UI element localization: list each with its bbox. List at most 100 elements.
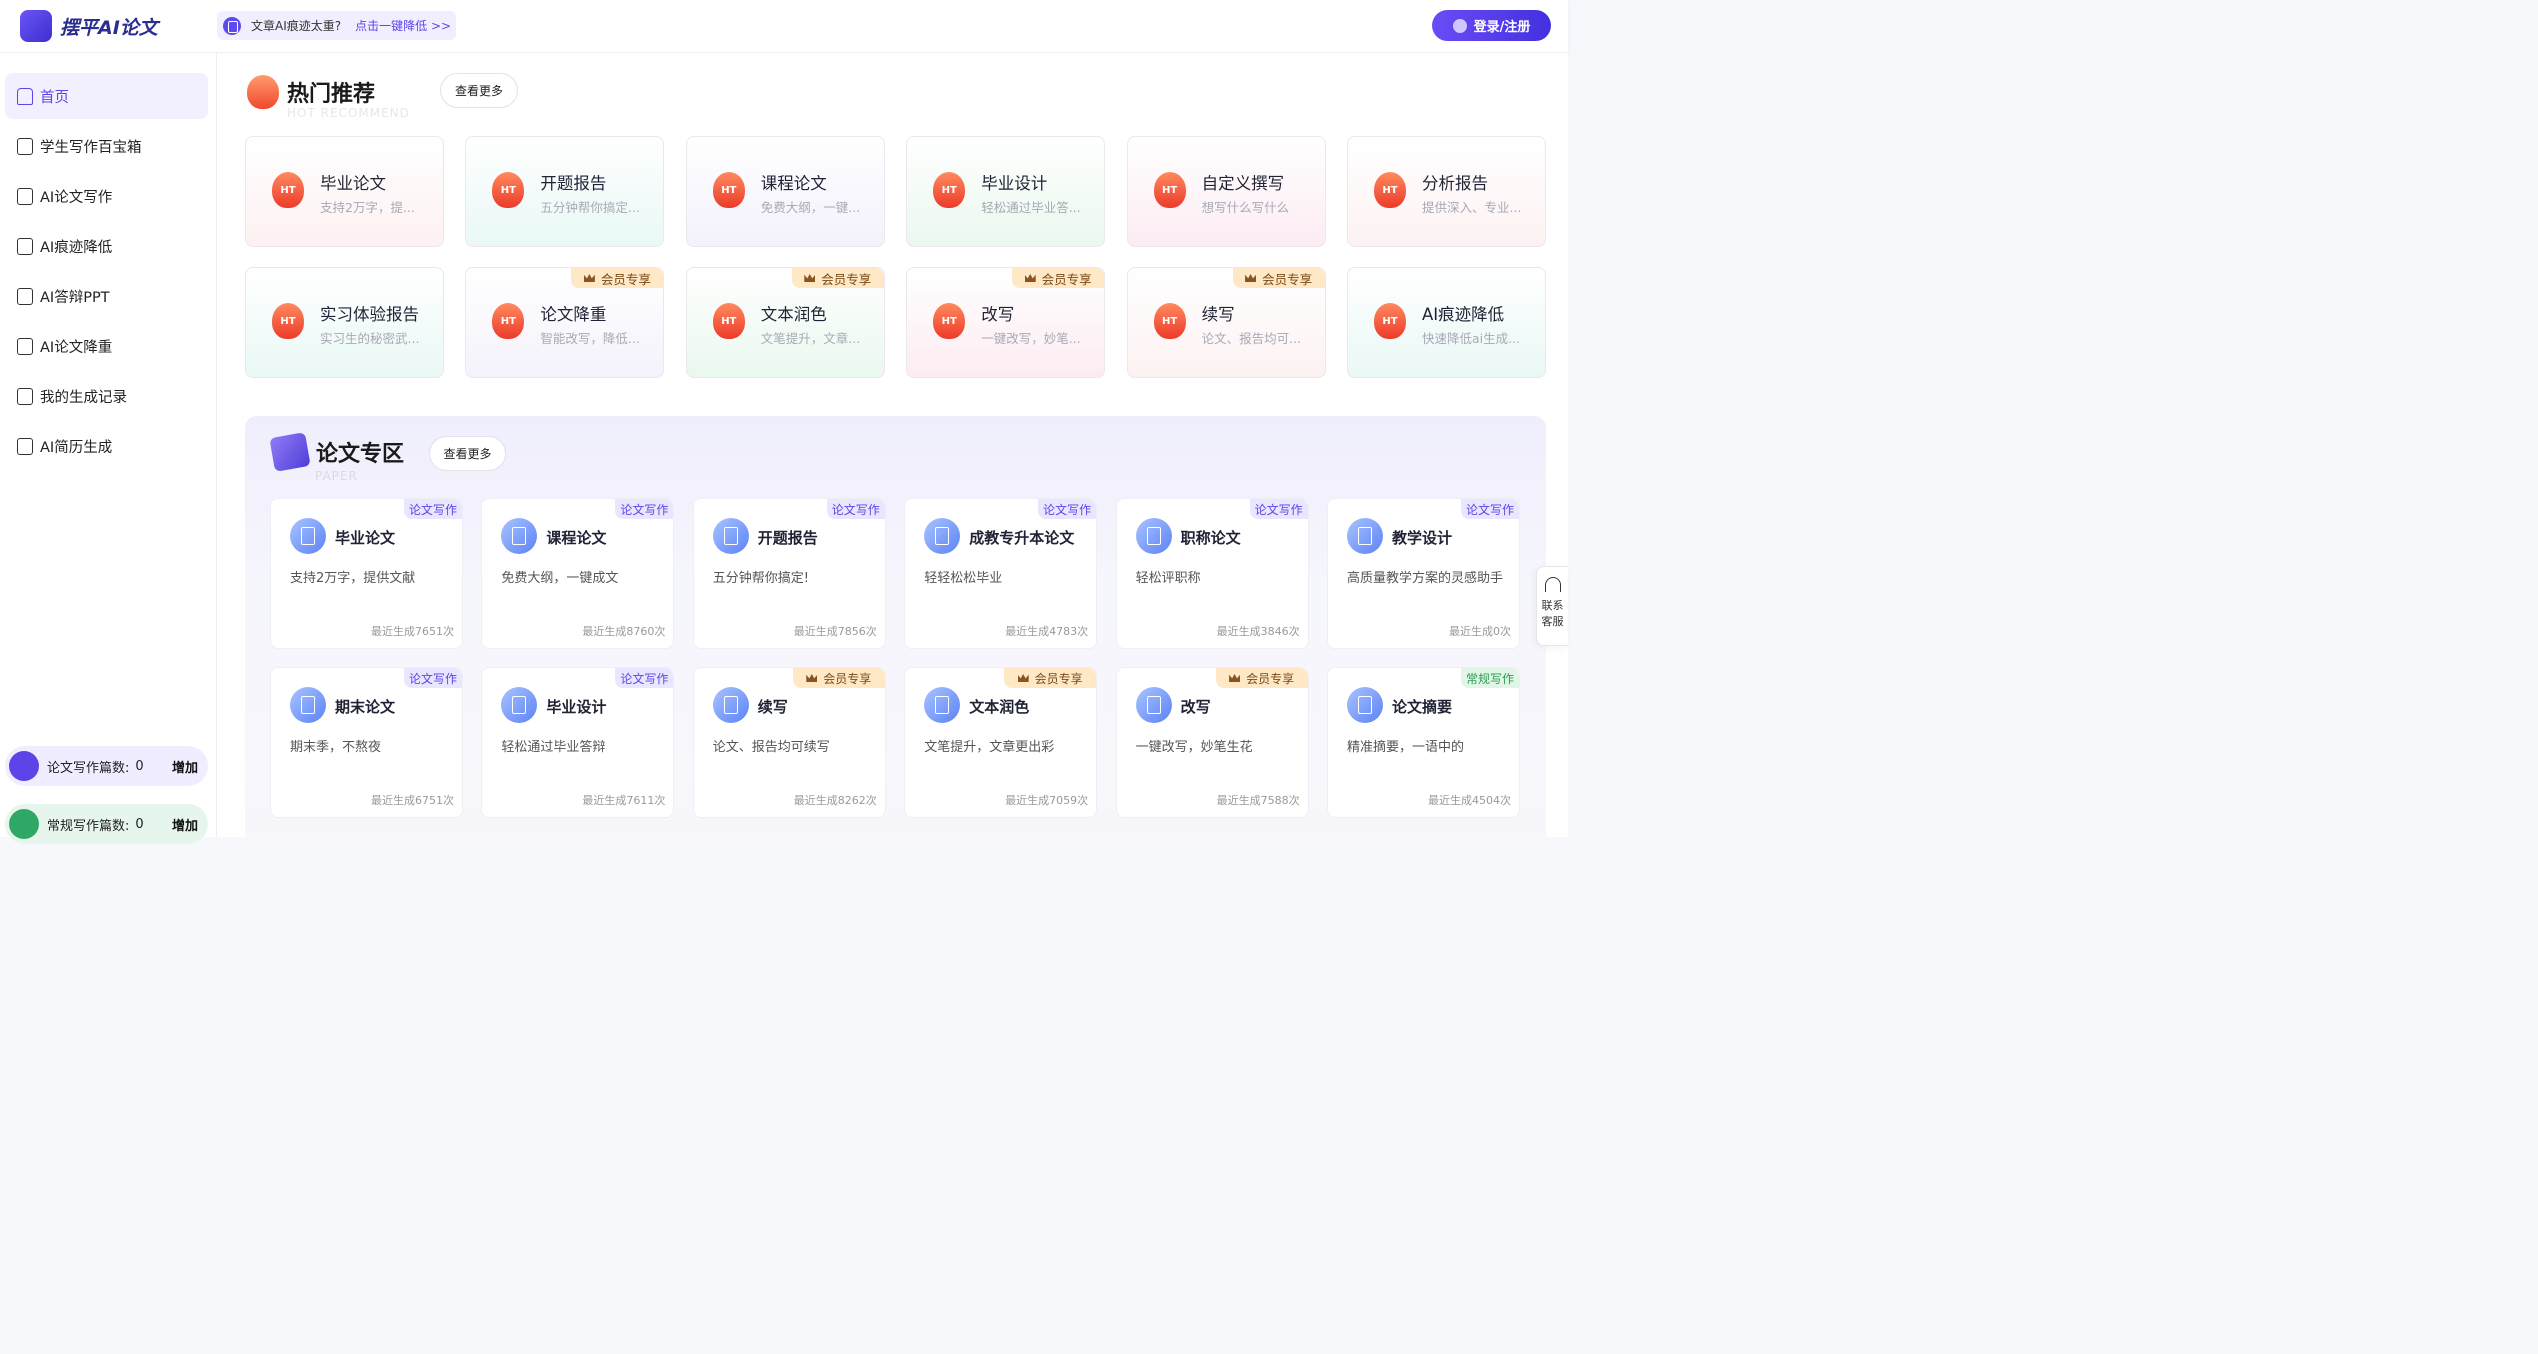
paper-card[interactable]: 论文写作 毕业论文 支持2万字，提供文献 最近生成7651次 bbox=[270, 498, 463, 649]
paper-card-title: 续写 bbox=[757, 698, 788, 716]
paper-card-title: 期末论文 bbox=[335, 698, 396, 716]
paper-card-count: 最近生成4783次 bbox=[1005, 625, 1089, 638]
hot-card[interactable]: HT 自定义撰写 想写什么写什么 bbox=[1126, 136, 1326, 247]
hot-card[interactable]: HT 文本润色 文笔提升，文章... 会员专享 bbox=[685, 267, 885, 378]
paper-card-desc: 轻轻松松毕业 bbox=[924, 571, 1003, 586]
paper-card-count: 最近生成4504次 bbox=[1428, 794, 1511, 807]
headset-icon bbox=[1544, 577, 1561, 592]
document-icon bbox=[712, 687, 749, 723]
quota-add-button[interactable]: 增加 bbox=[172, 757, 198, 776]
paper-card-count: 最近生成7059次 bbox=[1005, 794, 1089, 807]
sidebar-item-3[interactable]: AI痕迹降低 bbox=[5, 223, 208, 269]
hot-card[interactable]: HT 实习体验报告 实习生的秘密武... bbox=[245, 267, 444, 378]
notice-link[interactable]: 点击一键降低 >> bbox=[355, 17, 451, 34]
paper-card[interactable]: 论文写作 期末论文 期末季，不熬夜 最近生成6751次 bbox=[270, 667, 463, 818]
sidebar-item-5[interactable]: AI论文降重 bbox=[5, 323, 208, 369]
hot-card-desc: 想写什么写什么 bbox=[1201, 200, 1290, 215]
paper-card-desc: 文笔提升，文章更出彩 bbox=[924, 740, 1055, 755]
sidebar-item-0[interactable]: 首页 bbox=[5, 73, 208, 119]
hot-card[interactable]: HT 论文降重 智能改写，降低... 会员专享 bbox=[465, 267, 665, 378]
app-logo[interactable]: 摆平AI论文 bbox=[20, 10, 158, 42]
sidebar-item-label: 我的生成记录 bbox=[40, 389, 127, 406]
paper-more-button[interactable]: 查看更多 bbox=[429, 436, 506, 471]
category-tag: 论文写作 bbox=[404, 499, 462, 519]
crown-icon bbox=[804, 274, 816, 282]
hot-card[interactable]: HT 改写 一键改写，妙笔... 会员专享 bbox=[906, 267, 1106, 378]
quota-count: 0 bbox=[135, 758, 144, 774]
category-tag: 论文写作 bbox=[1461, 499, 1519, 519]
paper-card-desc: 精准摘要，一语中的 bbox=[1347, 740, 1465, 755]
paper-card[interactable]: 常规写作 论文摘要 精准摘要，一语中的 最近生成4504次 bbox=[1327, 667, 1520, 818]
paper-card-desc: 高质量教学方案的灵感助手 bbox=[1347, 571, 1504, 586]
document-icon bbox=[1135, 518, 1172, 554]
paper-card[interactable]: 会员专享 续写 论文、报告均可续写 最近生成8262次 bbox=[692, 667, 886, 818]
paper-card[interactable]: 论文写作 毕业设计 轻松通过毕业答辩 最近生成7611次 bbox=[481, 667, 675, 818]
vip-label: 会员专享 bbox=[821, 271, 872, 287]
ht-icon-text: HT bbox=[1161, 316, 1178, 327]
hot-card-desc: 免费大纲，一键... bbox=[760, 200, 861, 215]
ht-flame-icon: HT bbox=[933, 172, 966, 208]
document-icon bbox=[712, 518, 749, 554]
crown-icon bbox=[1017, 674, 1029, 682]
hot-flame-icon bbox=[247, 75, 279, 109]
ht-flame-icon: HT bbox=[272, 172, 304, 208]
tag-label: 会员专享 bbox=[1034, 671, 1083, 686]
ht-icon-text: HT bbox=[1382, 316, 1398, 327]
hot-card-desc: 快速降低ai生成... bbox=[1422, 331, 1521, 346]
sidebar-item-2[interactable]: AI论文写作 bbox=[5, 173, 208, 219]
paper-card-title: 毕业论文 bbox=[335, 529, 396, 547]
paper-quota: 论文写作篇数: 0 增加 bbox=[5, 746, 208, 786]
hot-card-title: 文本润色 bbox=[760, 305, 827, 324]
paper-card[interactable]: 论文写作 教学设计高质量教学方案的灵感助手最近生成0次 bbox=[1327, 498, 1520, 649]
hot-card[interactable]: HT 毕业设计 轻松通过毕业答... bbox=[906, 136, 1106, 247]
ht-flame-icon: HT bbox=[1374, 172, 1406, 208]
sidebar-item-6[interactable]: 我的生成记录 bbox=[5, 373, 208, 419]
book-icon bbox=[269, 432, 311, 472]
paper-card[interactable]: 论文写作 职称论文 轻松评职称 最近生成3846次 bbox=[1115, 498, 1309, 649]
login-register-button[interactable]: 登录/注册 bbox=[1432, 10, 1551, 41]
customer-service-button[interactable]: 联系 客服 bbox=[1536, 566, 1568, 646]
sidebar-item-1[interactable]: 学生写作百宝箱 bbox=[5, 123, 208, 169]
ai-trace-notice[interactable]: 文章AI痕迹太重? 点击一键降低 >> bbox=[217, 11, 456, 40]
hot-card[interactable]: HT 开题报告 五分钟帮你搞定... bbox=[465, 136, 665, 247]
hot-card[interactable]: HT 续写 论文、报告均可... 会员专享 bbox=[1126, 267, 1326, 378]
paper-card[interactable]: 论文写作 成教专升本论文 轻轻松松毕业 最近生成4783次 bbox=[904, 498, 1098, 649]
tag-label: 论文写作 bbox=[1043, 502, 1092, 517]
paper-card-count: 最近生成0次 bbox=[1449, 625, 1511, 638]
vip-label: 会员专享 bbox=[1041, 271, 1092, 287]
sidebar-item-label: AI论文写作 bbox=[40, 189, 113, 206]
paper-card[interactable]: 论文写作 开题报告 五分钟帮你搞定! 最近生成7856次 bbox=[692, 498, 886, 649]
crown-icon bbox=[1024, 274, 1036, 282]
document-icon bbox=[1347, 687, 1383, 723]
paper-card[interactable]: 会员专享 改写 一键改写，妙笔生花 最近生成7588次 bbox=[1115, 667, 1309, 818]
ht-flame-icon: HT bbox=[492, 172, 525, 208]
quota-add-button[interactable]: 增加 bbox=[172, 815, 198, 834]
ht-flame-icon: HT bbox=[712, 172, 745, 208]
hot-card-desc: 一键改写，妙笔... bbox=[981, 331, 1081, 346]
ht-icon-text: HT bbox=[280, 185, 296, 196]
tag-label: 论文写作 bbox=[408, 502, 457, 517]
hot-more-button[interactable]: 查看更多 bbox=[440, 73, 518, 108]
paper-card-desc: 一键改写，妙笔生花 bbox=[1135, 740, 1253, 755]
sidebar-item-4[interactable]: AI答辩PPT bbox=[5, 273, 208, 319]
notice-doc-icon bbox=[223, 16, 241, 35]
hot-card[interactable]: HT AI痕迹降低 快速降低ai生成... bbox=[1347, 267, 1546, 378]
paper-card[interactable]: 会员专享 文本润色 文笔提升，文章更出彩 最近生成7059次 bbox=[904, 667, 1098, 818]
paper-card[interactable]: 论文写作 课程论文 免费大纲，一键成文 最近生成8760次 bbox=[481, 498, 675, 649]
paper-card-title: 教学设计 bbox=[1392, 529, 1453, 547]
ai-doc-icon bbox=[17, 337, 33, 355]
vip-badge: 会员专享 bbox=[791, 268, 884, 288]
graduation-cap-icon bbox=[9, 751, 39, 781]
login-label: 登录/注册 bbox=[1473, 20, 1531, 35]
ai-doc-icon bbox=[17, 237, 33, 255]
vip-label: 会员专享 bbox=[1262, 271, 1313, 287]
regular-quota: 常规写作篇数: 0 增加 bbox=[5, 804, 208, 844]
hot-card[interactable]: HT 分析报告 提供深入、专业... bbox=[1347, 136, 1546, 247]
ht-flame-icon: HT bbox=[1153, 303, 1186, 339]
app-name: 摆平AI论文 bbox=[60, 16, 158, 39]
category-tag: 会员专享 bbox=[1215, 668, 1308, 688]
sidebar-item-7[interactable]: AI简历生成 bbox=[5, 423, 208, 469]
crown-icon bbox=[583, 274, 595, 282]
hot-card[interactable]: HT 课程论文 免费大纲，一键... bbox=[685, 136, 885, 247]
hot-card[interactable]: HT 毕业论文 支持2万字，提... bbox=[245, 136, 444, 247]
